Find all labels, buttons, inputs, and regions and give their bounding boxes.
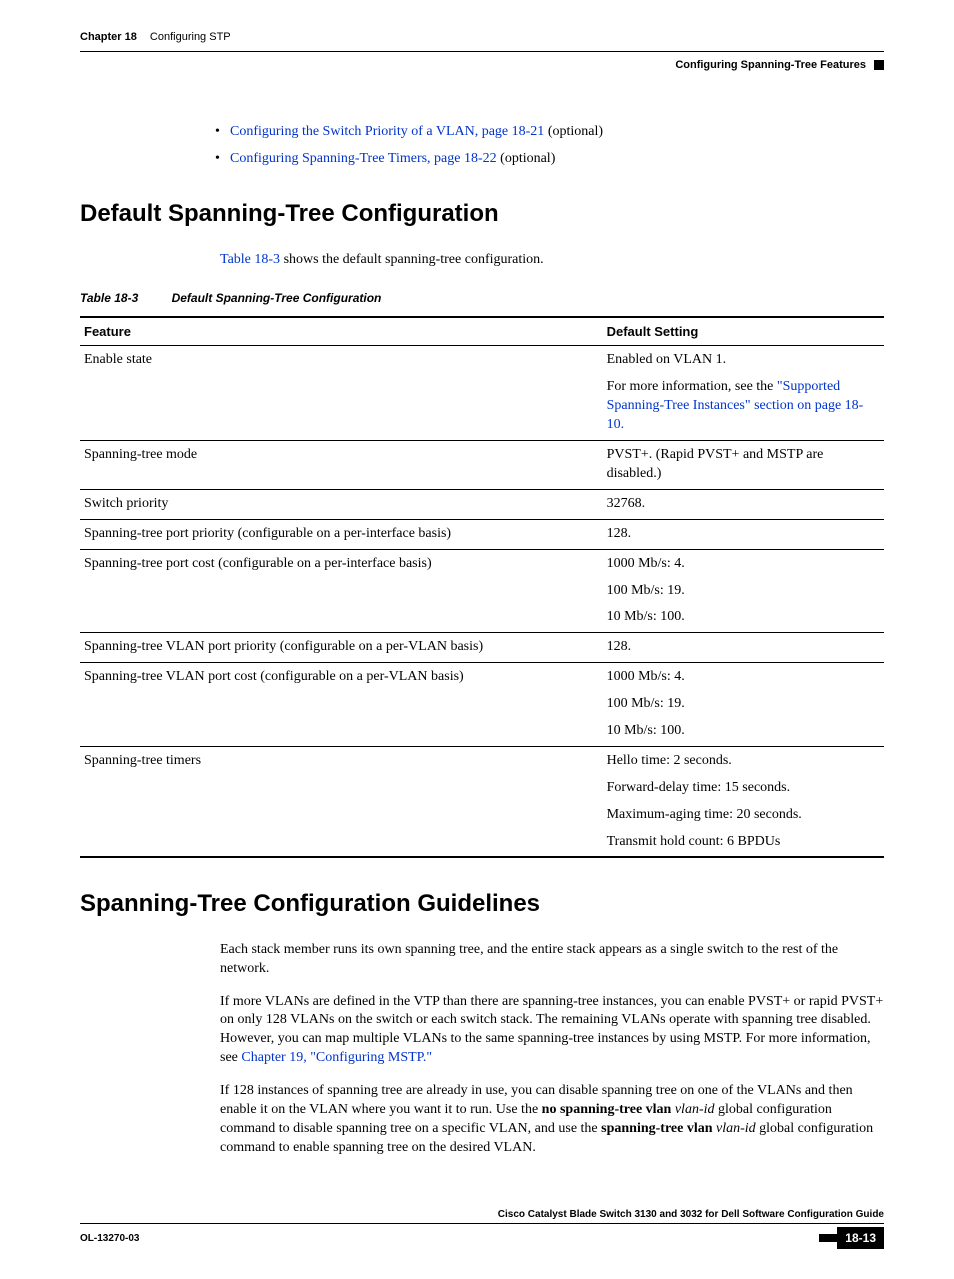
setting-text: 1000 Mb/s: 4. [607, 556, 685, 571]
feature-cell: Spanning-tree port cost (configurable on… [80, 549, 603, 633]
setting-cell: 1000 Mb/s: 4. 100 Mb/s: 19. 10 Mb/s: 100… [603, 549, 884, 633]
list-item: Configuring Spanning-Tree Timers, page 1… [230, 150, 884, 169]
chapter-label: Chapter 18 [80, 31, 137, 43]
header-left: Chapter 18 Configuring STP [80, 30, 231, 45]
header-marker-icon [874, 60, 884, 70]
table-row: Enable state Enabled on VLAN 1. For more… [80, 346, 884, 441]
section-title-guidelines: Spanning-Tree Configuration Guidelines [80, 888, 884, 920]
footer-docid: OL-13270-03 [80, 1232, 139, 1246]
cmd-arg: vlan-id [713, 1121, 760, 1136]
footer-guide: Cisco Catalyst Blade Switch 3130 and 303… [80, 1208, 884, 1225]
link-switch-priority[interactable]: Configuring the Switch Priority of a VLA… [230, 124, 544, 139]
table-row: Spanning-tree port cost (configurable on… [80, 549, 884, 633]
setting-cell: Enabled on VLAN 1. For more information,… [603, 346, 884, 441]
setting-text: 1000 Mb/s: 4. [607, 669, 685, 684]
feature-cell: Spanning-tree VLAN port cost (configurab… [80, 663, 603, 747]
table-row: Spanning-tree timers Hello time: 2 secon… [80, 746, 884, 857]
col-setting: Default Setting [603, 317, 884, 346]
setting-line: Forward-delay time: 15 seconds. [607, 779, 880, 798]
paragraph: If more VLANs are defined in the VTP tha… [220, 993, 884, 1069]
setting-cell: 128. [603, 519, 884, 549]
header-subline: Configuring Spanning-Tree Features [80, 51, 884, 73]
header-subtopic: Configuring Spanning-Tree Features [675, 58, 866, 73]
page-footer: Cisco Catalyst Blade Switch 3130 and 303… [80, 1208, 884, 1250]
feature-cell: Spanning-tree VLAN port priority (config… [80, 633, 603, 663]
feature-cell: Enable state [80, 346, 603, 441]
paragraph: Each stack member runs its own spanning … [220, 941, 884, 979]
feature-cell: Spanning-tree timers [80, 746, 603, 857]
cmd-bold: spanning-tree vlan [601, 1121, 712, 1136]
setting-line: 10 Mb/s: 100. [607, 608, 880, 627]
cmd-arg: vlan-id [671, 1102, 718, 1117]
table-row: Spanning-tree VLAN port cost (configurab… [80, 663, 884, 747]
link-table-ref[interactable]: Table 18-3 [220, 252, 280, 267]
feature-cell: Spanning-tree port priority (configurabl… [80, 519, 603, 549]
setting-text: Enabled on VLAN 1. [607, 352, 727, 367]
intro-paragraph: Table 18-3 shows the default spanning-tr… [220, 251, 884, 270]
intro-rest: shows the default spanning-tree configur… [280, 252, 544, 267]
link-timers[interactable]: Configuring Spanning-Tree Timers, page 1… [230, 151, 497, 166]
setting-line: 100 Mb/s: 19. [607, 695, 880, 714]
bullet-suffix: (optional) [497, 151, 556, 166]
page-header: Chapter 18 Configuring STP [80, 30, 884, 45]
footer-bottom: OL-13270-03 18-13 [80, 1227, 884, 1249]
table-row: Spanning-tree VLAN port priority (config… [80, 633, 884, 663]
setting-extra: For more information, see the "Supported… [607, 378, 880, 435]
setting-cell: 128. [603, 633, 884, 663]
setting-cell: PVST+. (Rapid PVST+ and MSTP are disable… [603, 441, 884, 490]
table-row: Spanning-tree port priority (configurabl… [80, 519, 884, 549]
table-caption: Table 18-3 Default Spanning-Tree Configu… [80, 290, 884, 306]
table-row: Switch priority 32768. [80, 489, 884, 519]
list-item: Configuring the Switch Priority of a VLA… [230, 123, 884, 142]
footer-marker-icon [819, 1234, 837, 1242]
setting-cell: Hello time: 2 seconds. Forward-delay tim… [603, 746, 884, 857]
setting-line: Maximum-aging time: 20 seconds. [607, 806, 880, 825]
setting-cell: 32768. [603, 489, 884, 519]
setting-line: 100 Mb/s: 19. [607, 582, 880, 601]
footer-right: 18-13 [819, 1227, 884, 1249]
table-row: Spanning-tree mode PVST+. (Rapid PVST+ a… [80, 441, 884, 490]
page-number: 18-13 [837, 1227, 884, 1249]
section-title-default: Default Spanning-Tree Configuration [80, 198, 884, 230]
setting-line: Transmit hold count: 6 BPDUs [607, 833, 880, 852]
col-feature: Feature [80, 317, 603, 346]
config-table: Feature Default Setting Enable state Ena… [80, 316, 884, 858]
feature-cell: Switch priority [80, 489, 603, 519]
chapter-topic: Configuring STP [150, 31, 231, 43]
cmd-bold: no spanning-tree vlan [542, 1102, 672, 1117]
setting-extra-prefix: For more information, see the [607, 379, 777, 394]
feature-cell: Spanning-tree mode [80, 441, 603, 490]
bullet-suffix: (optional) [544, 124, 603, 139]
setting-cell: 1000 Mb/s: 4. 100 Mb/s: 19. 10 Mb/s: 100… [603, 663, 884, 747]
link-chapter19[interactable]: Chapter 19, "Configuring MSTP." [241, 1050, 432, 1065]
bullet-list: Configuring the Switch Priority of a VLA… [80, 123, 884, 169]
table-caption-text: Default Spanning-Tree Configuration [172, 291, 382, 305]
setting-line: 10 Mb/s: 100. [607, 722, 880, 741]
table-caption-id: Table 18-3 [80, 291, 138, 305]
setting-text: Hello time: 2 seconds. [607, 753, 732, 768]
paragraph: If 128 instances of spanning tree are al… [220, 1082, 884, 1158]
